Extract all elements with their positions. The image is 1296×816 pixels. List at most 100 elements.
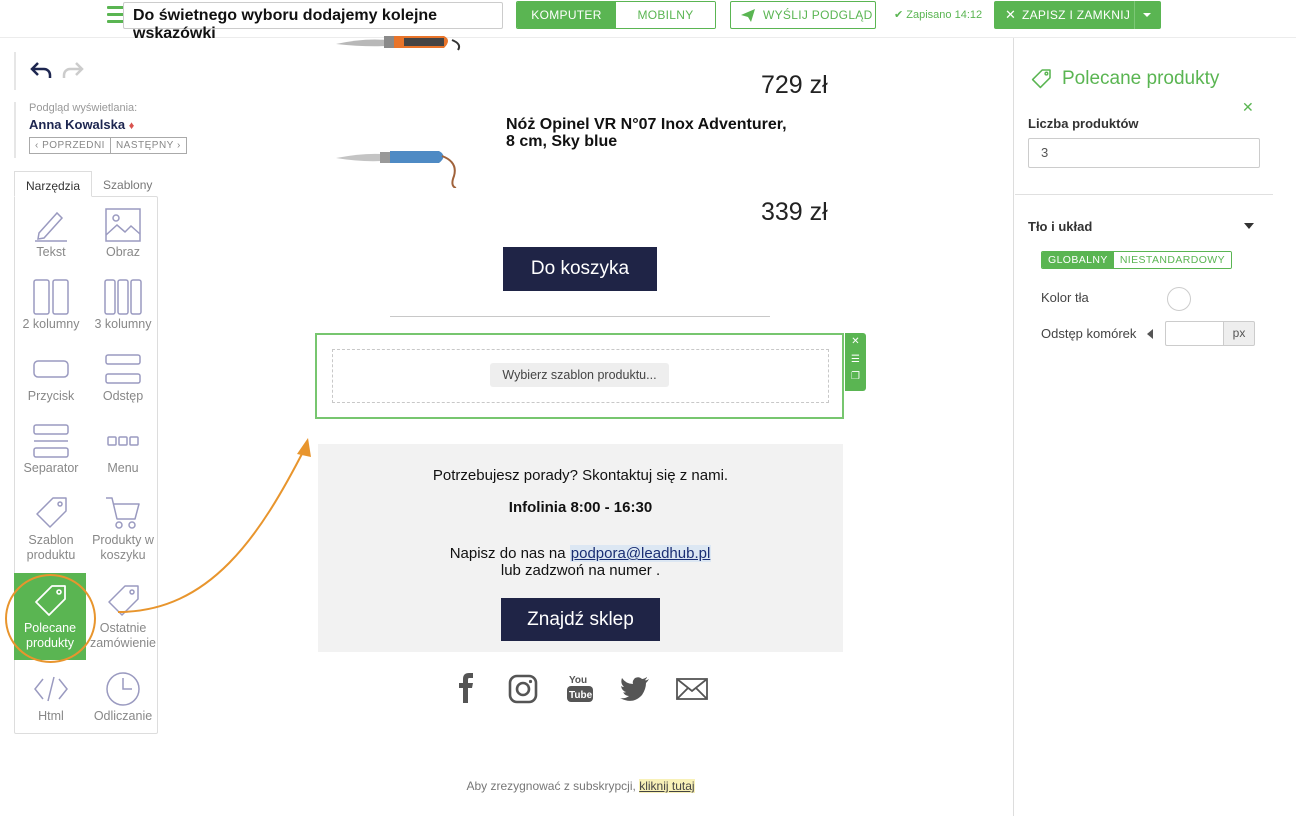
product-count-input[interactable]: 3 [1028,138,1260,168]
tool-three-columns[interactable]: 3 kolumny [87,277,159,332]
split-divider [1134,1,1135,29]
tag-icon [1031,69,1051,89]
code-icon [34,676,68,702]
add-to-cart-button[interactable]: Do koszyka [503,247,657,291]
tool-separator[interactable]: Separator [15,421,87,476]
tool-countdown-label: Odliczanie [93,709,153,723]
highlight-arrow [117,438,311,613]
background-layout-section[interactable]: Tło i układ [1028,219,1092,234]
send-preview-button[interactable]: WYŚLIJ PODGLĄD [730,1,876,29]
tool-image[interactable]: Obraz [87,205,159,260]
social-links: You Tube [448,672,718,712]
device-mobile-button[interactable]: MOBILNY [616,2,715,28]
mail-icon[interactable] [676,678,708,700]
instagram-icon[interactable] [508,674,538,704]
tool-button[interactable]: Przycisk [15,349,87,404]
product-title: Nóż Opinel VR N°07 Inox Adventurer, 8 cm… [506,116,787,150]
tool-product-template-label-2: produktu [26,548,76,562]
tool-product-template[interactable]: Szablon produktu [15,493,87,563]
send-preview-label: WYŚLIJ PODGLĄD [763,8,873,22]
tab-templates[interactable]: Szablony [92,171,163,197]
three-columns-icon [104,279,142,315]
preview-label: Podgląd wyświetlania: [29,102,138,114]
cell-spacing-unit: px [1223,321,1255,346]
unsubscribe-line: Aby zrezygnować z subskrypcji, kliknij t… [318,779,843,793]
product-image-knife-orange [336,36,461,51]
background-color-label: Kolor tła [1041,290,1089,305]
twitter-icon[interactable] [620,676,650,702]
youtube-icon[interactable]: You Tube [566,672,594,704]
contact-intro: Potrzebujesz porady? Skontaktuj się z na… [432,467,729,484]
tool-html-label: Html [38,709,64,723]
chevron-left-icon[interactable] [1147,329,1153,339]
image-icon [105,208,141,242]
mode-custom-button[interactable]: NIESTANDARDOWY [1113,252,1231,268]
tag-icon [36,497,67,528]
contact-call-line: lub zadzwoń na numer . [500,562,661,579]
product-price-2: 339 zł [761,198,828,226]
drag-handle-icon[interactable]: ☰ [845,354,866,365]
panel-divider [1015,194,1273,195]
tool-text-label: Tekst [36,245,66,259]
tool-last-order-label-1: Ostatnie [99,621,147,635]
tool-product-template-label-1: Szablon [28,533,74,547]
svg-text:You: You [569,675,587,686]
contact-write-line: Napisz do nas na podpora@leadhub.pl [318,545,843,562]
highlight-ring [5,574,96,663]
tool-text[interactable]: Tekst [15,205,87,260]
close-icon[interactable]: ✕ [845,336,866,347]
user-flag-icon: ♦ [128,120,135,132]
preview-user: Anna Kowalska ♦ [29,117,187,132]
device-computer-button[interactable]: KOMPUTER [517,2,616,28]
previous-label: POPRZEDNI [42,140,105,151]
save-close-button[interactable]: ✕ ZAPISZ I ZAMKNIJ [994,1,1161,29]
next-label: NASTĘPNY [115,140,174,151]
clock-icon [106,672,140,706]
preview-user-name: Anna Kowalska [29,117,126,132]
undo-redo-group [14,52,84,90]
saved-status: ✔ Zapisano 14:12 [894,8,982,21]
chevron-down-icon[interactable] [1143,13,1151,17]
tool-spacer[interactable]: Odstęp [87,349,159,404]
find-shop-button[interactable]: Znajdź sklep [501,598,660,641]
content-divider [390,316,770,317]
duplicate-icon[interactable]: ❐ [845,371,866,382]
separator-icon [33,424,69,458]
check-icon: ✔ [894,9,904,21]
cell-spacing-input[interactable] [1165,321,1224,346]
contact-hours: Infolinia 8:00 - 16:30 [508,499,653,516]
tool-image-label: Obraz [105,245,141,259]
background-color-swatch[interactable] [1167,287,1191,311]
product-image-knife-blue [336,151,457,188]
tool-button-label: Przycisk [27,389,75,403]
contact-write-text: Napisz do nas na [449,545,566,562]
preview-block: Podgląd wyświetlania: Anna Kowalska ♦ ‹ … [14,102,187,158]
saved-status-text: Zapisano 14:12 [906,9,983,21]
two-columns-icon [33,279,69,315]
choose-product-template-button[interactable]: Wybierz szablon produktu... [490,363,669,387]
email-title-input[interactable]: Do świetnego wyboru dodajemy kolejne wsk… [123,2,503,42]
undo-icon[interactable] [30,60,52,80]
previous-button[interactable]: ‹ POPRZEDNI [29,137,111,154]
redo-icon[interactable] [62,60,84,80]
chevron-down-icon[interactable] [1244,223,1254,229]
tab-tools[interactable]: Narzędzia [14,171,93,197]
unsubscribe-link[interactable]: kliknij tutaj [639,779,695,793]
panel-title: Polecane produkty [1062,68,1220,89]
sidebar-tabs: Narzędzia Szablony [14,171,163,197]
close-icon[interactable]: ✕ [1242,99,1254,116]
tool-two-columns-label: 2 kolumny [22,317,80,331]
tool-separator-label: Separator [23,461,79,475]
facebook-icon[interactable] [458,672,474,704]
close-icon: ✕ [1005,7,1017,22]
tool-two-columns[interactable]: 2 kolumny [15,277,87,332]
mode-global-button[interactable]: GLOBALNY [1042,252,1114,268]
tool-countdown[interactable]: Odliczanie [87,669,159,724]
contact-email-link[interactable]: podpora@leadhub.pl [569,545,712,562]
cell-spacing-label: Odstęp komórek [1041,326,1137,341]
spacer-icon [105,354,141,384]
product-price-1: 729 zł [761,71,828,99]
next-button[interactable]: NASTĘPNY › [110,137,187,154]
tool-html[interactable]: Html [15,669,87,724]
paper-plane-icon [741,9,755,22]
